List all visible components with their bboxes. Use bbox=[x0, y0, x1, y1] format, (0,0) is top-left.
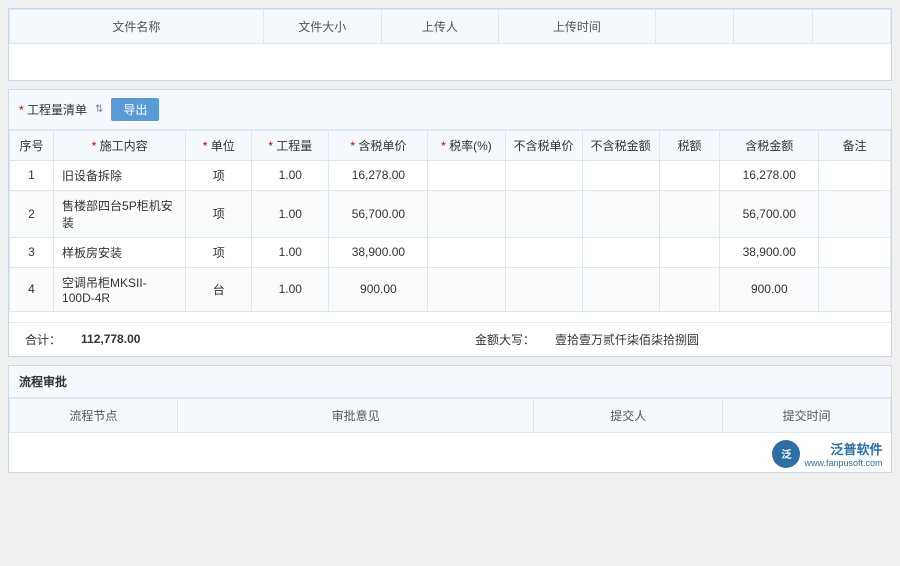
col-quantity: 工程量 bbox=[252, 130, 329, 160]
engineering-title: * 工程量清单 bbox=[19, 101, 87, 118]
title-text: 工程量清单 bbox=[27, 103, 87, 117]
file-section: 文件名称 文件大小 上传人 上传时间 bbox=[8, 8, 892, 81]
logo-name: 泛普软件 bbox=[804, 439, 882, 458]
process-table: 流程节点 审批意见 提交人 提交时间 泛 泛普软件 bbox=[9, 398, 891, 473]
logo-url: www.fanpusoft.com bbox=[804, 458, 882, 468]
export-button[interactable]: 导出 bbox=[111, 98, 159, 121]
col-tax-rate: 税率(%) bbox=[428, 130, 505, 160]
logo-icon: 泛 bbox=[772, 440, 800, 468]
amount-label: 金额大写： bbox=[475, 331, 535, 348]
total-value: 112,778.00 bbox=[81, 332, 140, 346]
process-col-submitter: 提交人 bbox=[534, 398, 723, 432]
file-table: 文件名称 文件大小 上传人 上传时间 bbox=[9, 9, 891, 80]
title-star: * bbox=[19, 103, 27, 117]
col-tax-unit-price: 含税单价 bbox=[329, 130, 428, 160]
col-unit: 单位 bbox=[186, 130, 252, 160]
file-col-extra2 bbox=[734, 10, 812, 44]
table-row: 3样板房安装项1.0038,900.0038,900.00 bbox=[10, 237, 891, 267]
file-col-time: 上传时间 bbox=[499, 10, 656, 44]
col-no-tax-unit: 不含税单价 bbox=[505, 130, 582, 160]
table-row: 2售楼部四台5P柜机安装项1.0056,700.0056,700.00 bbox=[10, 190, 891, 237]
col-no-tax-amount: 不含税金额 bbox=[582, 130, 659, 160]
summary-row: 合计： 112,778.00 金额大写： 壹拾壹万贰仟柒佰柒拾捌圆 bbox=[9, 322, 891, 356]
engineering-table: 序号 施工内容 单位 工程量 含税单价 税率(%) 不含税单价 不含税金额 税额… bbox=[9, 130, 891, 312]
engineering-section: * 工程量清单 ⇅ 导出 序号 施工内容 单位 工程量 含税单价 税率(%) 不… bbox=[8, 89, 892, 357]
file-col-extra1 bbox=[655, 10, 733, 44]
col-remark: 备注 bbox=[819, 130, 891, 160]
amount-value: 壹拾壹万贰仟柒佰柒拾捌圆 bbox=[555, 331, 699, 348]
sort-icon: ⇅ bbox=[95, 104, 103, 115]
file-col-name: 文件名称 bbox=[10, 10, 264, 44]
file-col-uploader: 上传人 bbox=[381, 10, 499, 44]
file-col-extra3 bbox=[812, 10, 890, 44]
engineering-header: * 工程量清单 ⇅ 导出 bbox=[9, 90, 891, 130]
col-index: 序号 bbox=[10, 130, 54, 160]
col-content: 施工内容 bbox=[54, 130, 186, 160]
table-row: 4空调吊柜MKSII-100D-4R台1.00900.00900.00 bbox=[10, 267, 891, 311]
col-tax: 税额 bbox=[659, 130, 720, 160]
logo: 泛 泛普软件 www.fanpusoft.com bbox=[731, 439, 883, 468]
process-title: 流程审批 bbox=[9, 366, 891, 398]
total-label: 合计： bbox=[25, 331, 61, 348]
page-container: 文件名称 文件大小 上传人 上传时间 * 工程量清单 ⇅ bbox=[0, 0, 900, 481]
process-col-node: 流程节点 bbox=[10, 398, 178, 432]
table-row: 1旧设备拆除项1.0016,278.0016,278.00 bbox=[10, 160, 891, 190]
col-tax-amount: 含税金额 bbox=[720, 130, 819, 160]
file-col-size: 文件大小 bbox=[263, 10, 381, 44]
process-section: 流程审批 流程节点 审批意见 提交人 提交时间 泛 bbox=[8, 365, 892, 474]
process-col-time: 提交时间 bbox=[723, 398, 891, 432]
process-col-opinion: 审批意见 bbox=[177, 398, 534, 432]
